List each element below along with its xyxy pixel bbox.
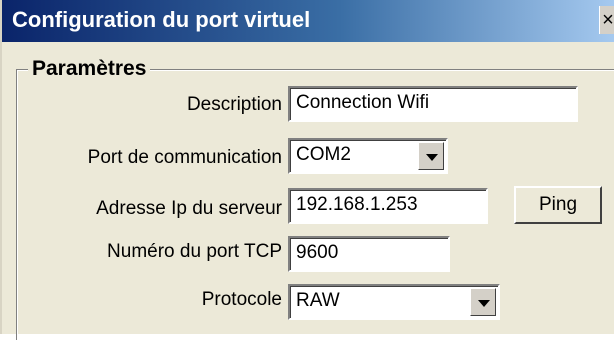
title-bar[interactable]: Configuration du port virtuel × — [2, 0, 614, 42]
tcp-port-label: Numéro du port TCP — [107, 241, 282, 262]
port-label: Port de communication — [87, 147, 282, 168]
protocol-combobox[interactable]: RAW — [288, 284, 500, 320]
port-value: COM2 — [296, 144, 351, 165]
close-icon[interactable]: × — [599, 6, 614, 34]
chevron-down-icon[interactable] — [418, 142, 444, 170]
ip-field[interactable]: 192.168.1.253 — [288, 188, 488, 224]
window-title: Configuration du port virtuel — [12, 7, 311, 32]
parameters-legend: Paramètres — [28, 56, 151, 82]
ping-button[interactable]: Ping — [514, 186, 602, 224]
dialog-window: Configuration du port virtuel × Paramètr… — [0, 0, 614, 340]
description-label: Description — [186, 94, 282, 115]
port-combobox[interactable]: COM2 — [288, 138, 448, 174]
description-field[interactable]: Connection Wifi — [288, 86, 578, 122]
chevron-down-icon[interactable] — [470, 288, 496, 316]
tcp-port-field[interactable]: 9600 — [288, 236, 450, 272]
protocol-label: Protocole — [201, 289, 282, 310]
protocol-value: RAW — [296, 290, 340, 311]
ip-label: Adresse Ip du serveur — [96, 198, 282, 219]
